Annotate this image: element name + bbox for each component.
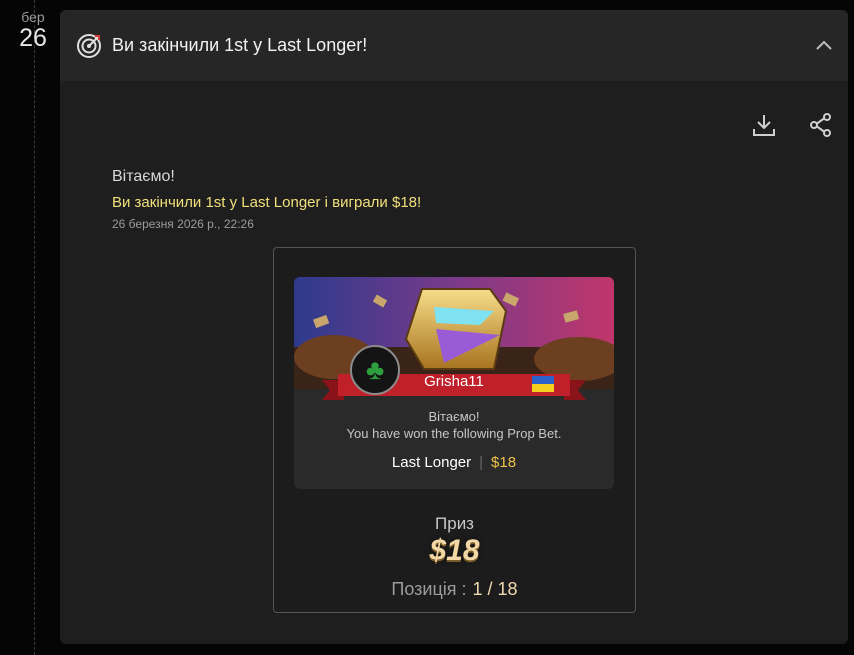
message-text: Ви закінчили 1st у Last Longer і виграли…: [112, 194, 422, 211]
prize-panel: ♣ Grisha11 Вітаємо! You have won the fol…: [273, 247, 636, 613]
notification-header[interactable]: Ви закінчили 1st у Last Longer!: [60, 10, 848, 81]
message-greeting: Вітаємо!: [112, 168, 175, 185]
prize-amount: $18: [429, 534, 480, 567]
ukraine-flag-icon: [532, 376, 554, 392]
date-day: 26: [19, 24, 47, 52]
bet-line: Last Longer | $18: [294, 454, 614, 471]
win-subtitle: You have won the following Prop Bet.: [346, 426, 562, 441]
position-value: 1 / 18: [472, 579, 518, 599]
download-icon[interactable]: [751, 112, 777, 138]
win-card: ♣ Grisha11 Вітаємо! You have won the fol…: [294, 277, 614, 489]
bet-name: Last Longer: [391, 454, 472, 471]
date-month: бер: [21, 9, 45, 25]
notification-card: Ви закінчили 1st у Last Longer! Вітаємо!…: [60, 10, 848, 644]
position-label: Позиція :: [391, 579, 467, 599]
prize-label: Приз: [435, 514, 474, 533]
target-icon: [77, 34, 101, 58]
timeline: бер 26: [0, 0, 60, 655]
bet-separator: |: [479, 454, 484, 471]
position-line: Позиція :1 / 18: [274, 579, 635, 600]
share-icon[interactable]: [808, 112, 834, 138]
chevron-up-icon[interactable]: [812, 34, 836, 58]
message-timestamp: 26 березня 2026 р., 22:26: [112, 217, 254, 231]
username: Grisha11: [424, 373, 484, 390]
notification-title: Ви закінчили 1st у Last Longer!: [112, 35, 368, 55]
timeline-line: [34, 0, 35, 655]
win-greeting: Вітаємо!: [428, 409, 480, 424]
bet-amount: $18: [491, 454, 517, 471]
